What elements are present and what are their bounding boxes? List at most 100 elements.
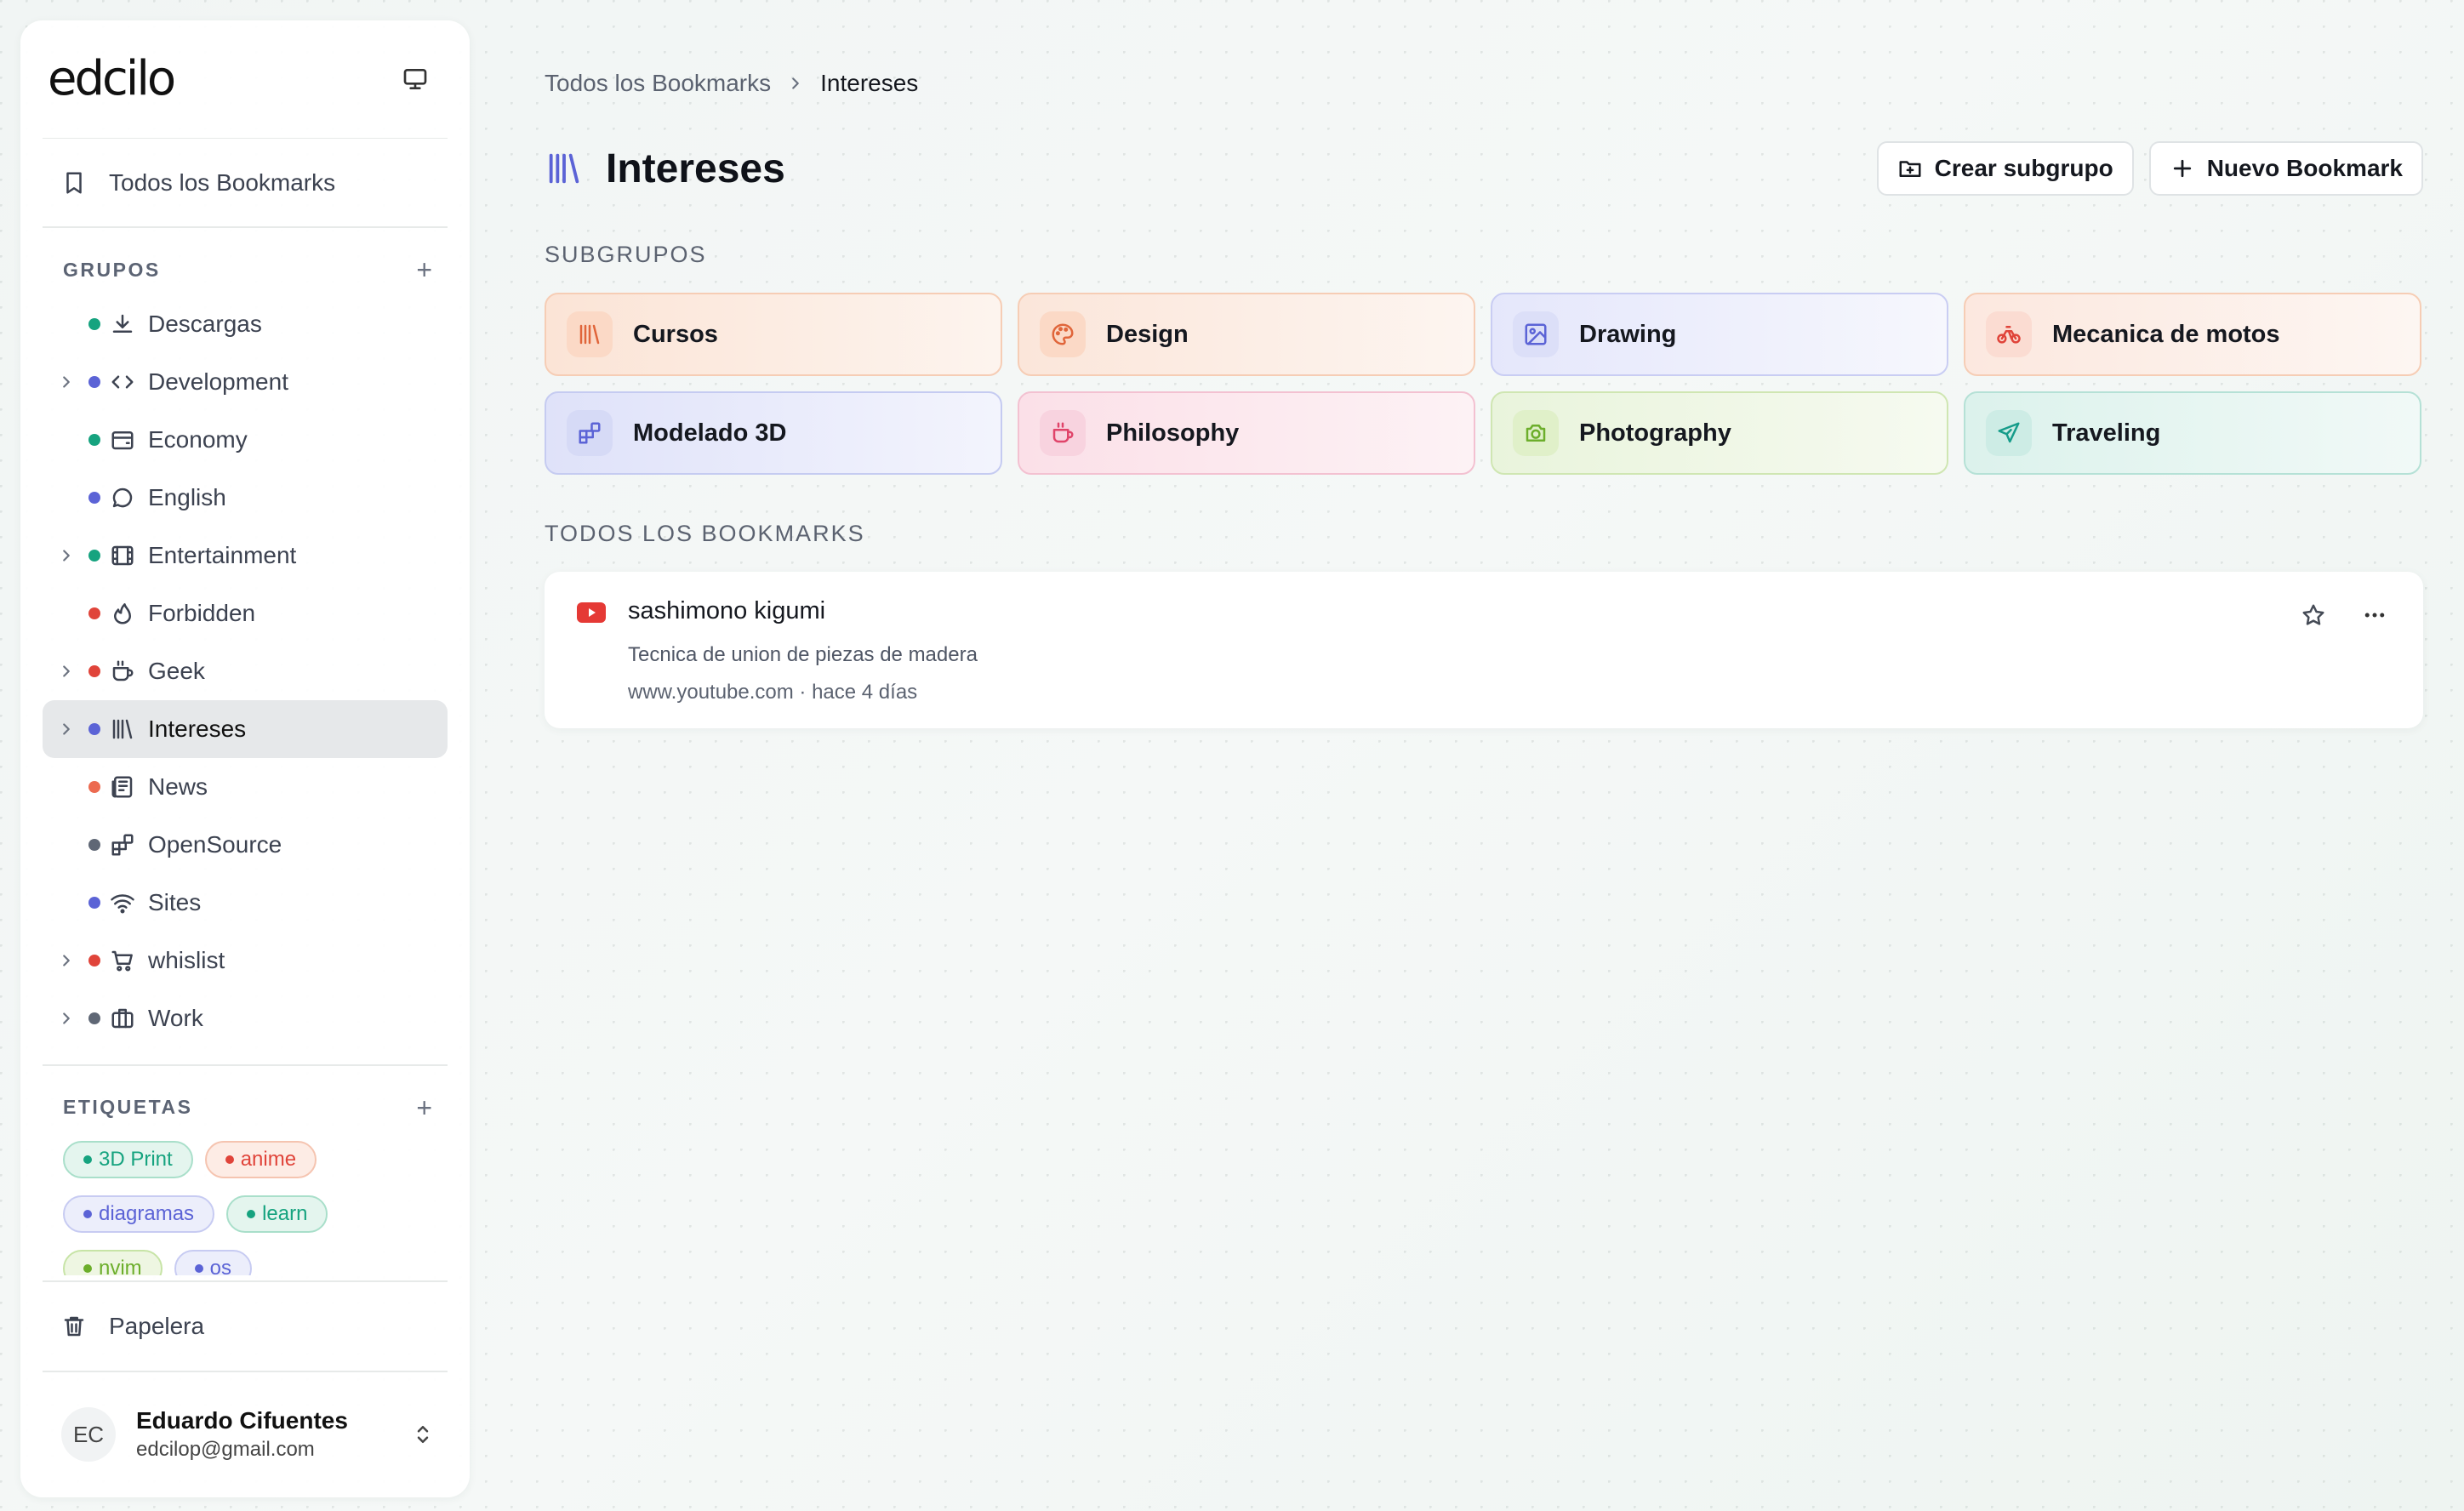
plane-icon [1986, 410, 2032, 456]
sidebar-item-intereses[interactable]: Intereses [43, 699, 448, 758]
group-color-dot [88, 1012, 100, 1024]
subgroup-card[interactable]: Photography [1491, 391, 1948, 475]
user-menu[interactable]: EC Eduardo Cifuentes edcilop@gmail.com [20, 1372, 470, 1497]
sidebar-item-label: News [148, 773, 208, 800]
new-bookmark-label: Nuevo Bookmark [2206, 155, 2403, 181]
subgroup-card[interactable]: Traveling [1964, 391, 2421, 475]
sidebar-item-descargas[interactable]: Descargas [43, 295, 448, 353]
chevron-right-icon[interactable] [56, 372, 77, 392]
briefcase-icon [109, 1005, 136, 1032]
chevron-right-icon[interactable] [56, 1008, 77, 1029]
wifi-icon [109, 889, 136, 916]
sidebar-item-english[interactable]: English [43, 469, 448, 527]
user-email: edcilop@gmail.com [136, 1438, 315, 1462]
create-subgroup-button[interactable]: Crear subgrupo [1876, 141, 2134, 196]
chat-bubble-icon [109, 484, 136, 511]
library-icon [109, 716, 136, 743]
sidebar-item-label: English [148, 483, 226, 510]
bookmarks-title: TODOS LOS BOOKMARKS [545, 521, 865, 546]
tag-chip[interactable]: 3D Print [63, 1141, 193, 1179]
tag-label: learn [262, 1202, 308, 1226]
chevron-right-icon[interactable] [56, 661, 77, 681]
nav-all-bookmarks-label: Todos los Bookmarks [109, 168, 336, 196]
subgroup-label: Drawing [1579, 320, 1677, 348]
tag-chip[interactable]: learn [226, 1195, 328, 1234]
group-color-dot [88, 954, 100, 966]
subgroup-card[interactable]: Mecanica de motos [1964, 293, 2421, 376]
library-icon [567, 311, 613, 357]
bookmark-meta: www.youtube.com · hace 4 días [628, 681, 918, 704]
tag-chip[interactable]: anime [204, 1141, 317, 1179]
plus-icon [2173, 159, 2191, 178]
camera-icon [1513, 410, 1559, 456]
add-tag-button[interactable]: + [416, 1094, 432, 1121]
group-color-dot [88, 549, 100, 562]
tag-chip[interactable]: nvim [63, 1250, 163, 1275]
tag-chip[interactable]: diagramas [63, 1195, 215, 1234]
tag-label: os [209, 1257, 232, 1275]
tag-label: anime [240, 1148, 297, 1172]
user-info: Eduardo Cifuentes edcilop@gmail.com [136, 1407, 390, 1462]
sidebar-item-economy[interactable]: Economy [43, 411, 448, 469]
sidebar-item-sites[interactable]: Sites [43, 874, 448, 932]
sidebar-item-whislist[interactable]: whislist [43, 932, 448, 989]
tag-color-dot [194, 1264, 203, 1274]
chevron-up-down-icon[interactable] [410, 1422, 436, 1447]
nav-all-bookmarks[interactable]: Todos los Bookmarks [20, 139, 470, 225]
subgroup-card[interactable]: Modelado 3D [545, 391, 1002, 475]
newspaper-icon [109, 773, 136, 801]
code-icon [109, 368, 136, 396]
tag-label: 3D Print [99, 1148, 173, 1172]
subgroup-label: Cursos [633, 320, 718, 348]
blocks-icon [567, 410, 613, 456]
image-icon [1513, 311, 1559, 357]
page-title-wrap: Intereses [545, 145, 785, 192]
nav-trash[interactable]: Papelera [20, 1282, 470, 1371]
sidebar-item-news[interactable]: News [43, 758, 448, 816]
cart-icon [109, 947, 136, 974]
group-color-dot [88, 491, 100, 504]
star-icon[interactable] [2301, 602, 2326, 628]
new-bookmark-button[interactable]: Nuevo Bookmark [2148, 141, 2423, 196]
subgroup-card[interactable]: Philosophy [1018, 391, 1475, 475]
tag-chip[interactable]: os [174, 1250, 253, 1275]
app-logo[interactable]: edcilo [48, 51, 176, 106]
subgroups-title: SUBGRUPOS [545, 242, 707, 267]
monitor-icon[interactable] [395, 59, 436, 100]
bookmark-icon [66, 172, 82, 194]
subgroup-card[interactable]: Design [1018, 293, 1475, 376]
avatar: EC [61, 1407, 116, 1463]
sidebar-item-development[interactable]: Development [43, 353, 448, 411]
sidebar-item-label: Work [148, 1004, 203, 1031]
group-color-dot [88, 838, 100, 851]
bike-icon [1986, 311, 2032, 357]
add-group-button[interactable]: + [416, 256, 432, 283]
chevron-right-icon[interactable] [56, 719, 77, 739]
sidebar-item-label: Sites [148, 888, 202, 915]
subgroup-label: Mecanica de motos [2052, 320, 2280, 348]
sidebar-item-label: Geek [148, 657, 205, 684]
sidebar-item-label: Forbidden [148, 599, 256, 626]
more-icon[interactable] [2362, 602, 2387, 628]
bookmark-title[interactable]: sashimono kigumi [628, 597, 825, 625]
sidebar-item-label: whislist [148, 946, 225, 973]
sidebar-item-work[interactable]: Work [43, 989, 448, 1047]
subgroup-label: Design [1106, 320, 1189, 348]
chevron-right-icon[interactable] [56, 545, 77, 566]
sidebar-item-entertainment[interactable]: Entertainment [43, 527, 448, 584]
sidebar-item-opensource[interactable]: OpenSource [43, 816, 448, 874]
sidebar-item-label: Entertainment [148, 541, 297, 568]
subgroup-card[interactable]: Cursos [545, 293, 1002, 376]
tag-color-dot [83, 1155, 92, 1165]
subgroup-card[interactable]: Drawing [1491, 293, 1948, 376]
chevron-right-icon[interactable] [56, 950, 77, 971]
palette-icon [1040, 311, 1086, 357]
film-icon [109, 542, 136, 569]
sidebar-item-geek[interactable]: Geek [43, 642, 448, 700]
breadcrumb-current: Intereses [820, 70, 919, 96]
sidebar-item-forbidden[interactable]: Forbidden [43, 584, 448, 642]
sidebar-header: edcilo [20, 20, 470, 138]
bookmark-card[interactable]: sashimono kigumi Tecnica de union de pie… [545, 572, 2423, 728]
tags-title: ETIQUETAS [63, 1096, 193, 1119]
breadcrumb-root[interactable]: Todos los Bookmarks [545, 70, 771, 97]
